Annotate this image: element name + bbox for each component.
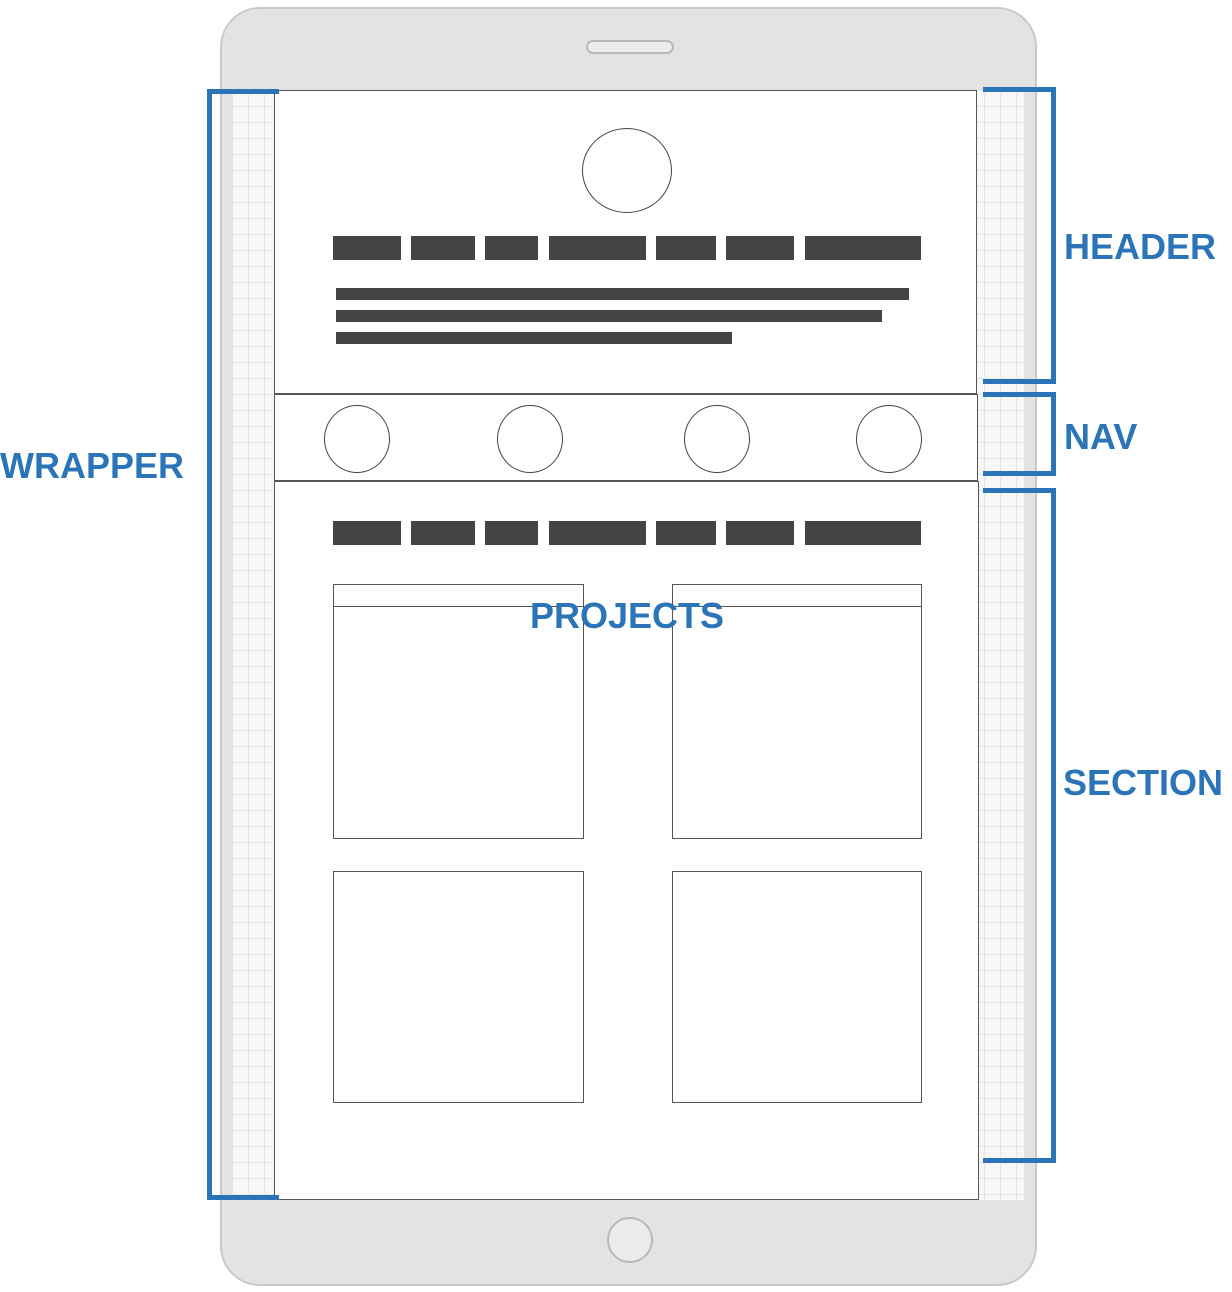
tablet-speaker [586,40,674,54]
header-title-block [549,236,646,260]
section-label: SECTION [1063,762,1224,803]
project-card [333,871,584,1103]
nav-bracket [983,392,1056,476]
section-bracket [983,488,1056,1163]
section-title-block [333,521,401,545]
header-title-block [656,236,716,260]
section-title-block [656,521,716,545]
nav-item-icon [497,405,563,473]
tablet-home-button [607,1217,653,1263]
header-text-line [336,310,882,322]
section-title-block [805,521,921,545]
wireframe-diagram: WRAPPER HEADER NAV SECTION PROJECTS [0,0,1232,1292]
header-text-line [336,332,732,344]
header-avatar-icon [582,128,672,213]
project-card [672,871,922,1103]
header-title-block [726,236,794,260]
section-title-block [726,521,794,545]
header-title-block [333,236,401,260]
wrapper-bracket [207,89,279,1200]
header-bracket [983,87,1056,384]
section-title-block [485,521,538,545]
section-title-block [549,521,646,545]
header-text-line [336,288,909,300]
nav-label: NAV [1064,416,1138,457]
section-title-block [411,521,475,545]
header-title-block [485,236,538,260]
nav-item-icon [856,405,922,473]
header-title-block [805,236,921,260]
nav-item-icon [324,405,390,473]
nav-item-icon [684,405,750,473]
wrapper-label: WRAPPER [0,445,185,486]
header-label: HEADER [1064,226,1217,267]
projects-label: PROJECTS [530,595,725,636]
header-title-block [411,236,475,260]
